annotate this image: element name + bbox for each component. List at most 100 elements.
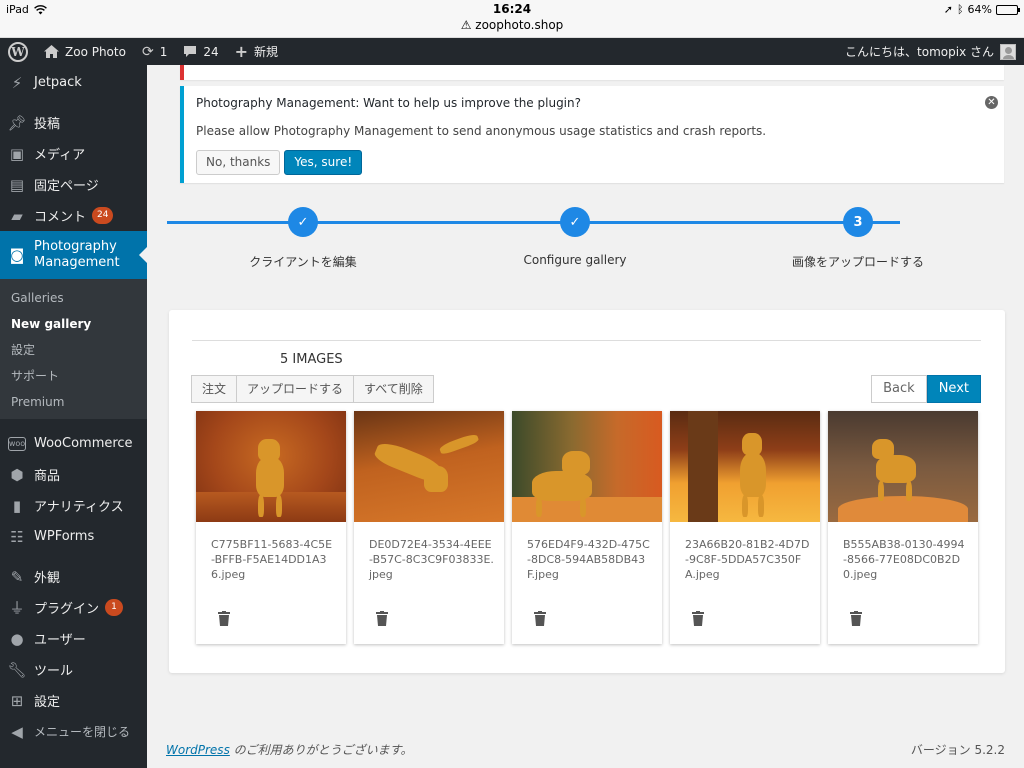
photo-cheetah-3[interactable] — [512, 411, 662, 522]
collapse-icon: ◀ — [11, 722, 23, 741]
menu-jetpack[interactable]: ⚡ Jetpack — [0, 67, 147, 98]
menu-media[interactable]: ▣ メディア — [0, 138, 147, 169]
image-filename: DE0D72E4-3534-4EEE-B57C-8C3C9F03833E.jpe… — [369, 538, 494, 581]
image-grid: C775BF11-5683-4C5E-BFFB-F5AE14DD1A36.jpe… — [196, 411, 978, 644]
menu-wpforms[interactable]: ☷ WPForms — [0, 521, 147, 552]
order-button[interactable]: 注文 — [191, 375, 238, 403]
footer-version: バージョン 5.2.2 — [910, 743, 1005, 757]
image-filename: B555AB38-0130-4994-8566-77E08DC0B2D0.jpe… — [843, 538, 965, 581]
next-button[interactable]: Next — [926, 375, 981, 403]
step-number: 3 — [843, 207, 873, 237]
submenu-settings[interactable]: 設定 — [0, 337, 147, 363]
image-card[interactable]: B555AB38-0130-4994-8566-77E08DC0B2D0.jpe… — [828, 411, 978, 644]
upload-button[interactable]: アップロードする — [236, 375, 355, 403]
delete-all-button[interactable]: すべて削除 — [353, 375, 434, 403]
menu-pages[interactable]: ▤ 固定ページ — [0, 169, 147, 200]
submenu-support[interactable]: サポート — [0, 363, 147, 389]
gallery-toolbar: 注文 アップロードする すべて削除 — [191, 375, 434, 403]
submenu-galleries[interactable]: Galleries — [0, 285, 147, 311]
image-card[interactable]: DE0D72E4-3534-4EEE-B57C-8C3C9F03833E.jpe… — [354, 411, 504, 644]
chart-icon: ▮ — [12, 496, 22, 515]
menu-collapse[interactable]: ◀ メニューを閉じる — [0, 716, 147, 747]
step-label: Configure gallery — [523, 253, 627, 267]
updates-count: 1 — [159, 44, 168, 59]
trash-icon[interactable] — [534, 611, 546, 626]
menu-label: 設定 — [34, 695, 61, 710]
plugins-badge: 1 — [105, 599, 124, 616]
photo-cheetah-1[interactable] — [196, 411, 346, 522]
clock: 16:24 — [492, 2, 532, 16]
menu-photography-management[interactable]: ◙ Photography Management — [0, 231, 147, 279]
site-name-menu[interactable]: Zoo Photo — [36, 38, 134, 65]
step-upload-images[interactable]: 3 画像をアップロードする — [758, 207, 958, 270]
menu-woocommerce[interactable]: woo WooCommerce — [0, 428, 147, 459]
divider — [192, 340, 981, 341]
menu-label: メニューを閉じる — [34, 725, 131, 739]
battery-icon — [996, 4, 1020, 15]
image-card[interactable]: 576ED4F9-432D-475C-8DC8-594AB58DB43F.jpe… — [512, 411, 662, 644]
menu-label: プラグイン — [34, 602, 100, 617]
no-thanks-button[interactable]: No, thanks — [196, 150, 281, 175]
trash-icon[interactable] — [692, 611, 704, 626]
menu-label: WooCommerce — [34, 436, 133, 451]
menu-tools[interactable]: 🔧︎ ツール — [0, 654, 147, 685]
wordpress-icon: W — [8, 41, 28, 62]
jetpack-icon: ⚡ — [11, 73, 23, 92]
usage-tracking-notice: Photography Management: Want to help us … — [180, 86, 1004, 183]
image-card[interactable]: 23A66B20-81B2-4D7D-9C8F-5DDA57C350FA.jpe… — [670, 411, 820, 644]
page-icon: ▤ — [9, 175, 25, 194]
avatar — [1000, 43, 1016, 60]
user-icon: ● — [10, 629, 24, 648]
image-filename: C775BF11-5683-4C5E-BFFB-F5AE14DD1A36.jpe… — [211, 538, 333, 581]
submenu-premium[interactable]: Premium — [0, 389, 147, 415]
new-content-menu[interactable]: + 新規 — [227, 38, 286, 65]
menu-posts[interactable]: 📌︎ 投稿 — [0, 107, 147, 138]
photo-cheetah-4[interactable] — [670, 411, 820, 522]
comments-menu[interactable]: 24 — [175, 38, 226, 65]
dismiss-icon[interactable]: ✕ — [985, 96, 998, 109]
back-button[interactable]: Back — [871, 375, 927, 403]
site-name: Zoo Photo — [65, 44, 126, 59]
menu-label: アナリティクス — [34, 500, 124, 515]
menu-comments[interactable]: ▰ コメント 24 — [0, 200, 147, 231]
menu-label: コメント — [34, 210, 87, 225]
menu-plugins[interactable]: ⏚ プラグイン 1 — [0, 592, 147, 623]
step-configure-gallery[interactable]: ✓ Configure gallery — [475, 207, 675, 267]
plugin-icon: ⏚ — [9, 599, 25, 617]
image-card[interactable]: C775BF11-5683-4C5E-BFFB-F5AE14DD1A36.jpe… — [196, 411, 346, 644]
trash-icon[interactable] — [218, 611, 230, 626]
pin-icon: 📌︎ — [7, 113, 27, 132]
updates-menu[interactable]: ⟳ 1 — [134, 38, 175, 65]
wp-logo-menu[interactable]: W — [0, 38, 36, 65]
box-icon: ⬢ — [10, 465, 24, 484]
wordpress-link[interactable]: WordPress — [166, 743, 230, 757]
trash-icon[interactable] — [850, 611, 862, 626]
menu-appearance[interactable]: ✎ 外観 — [0, 561, 147, 592]
menu-label: 外観 — [34, 571, 61, 586]
admin-sidebar: ⚡ Jetpack 📌︎ 投稿 ▣ メディア ▤ 固定ページ ▰ コメント 24… — [0, 65, 147, 768]
bluetooth-icon: ᛒ — [956, 3, 964, 16]
camera-icon: ◙ — [9, 246, 25, 264]
account-menu[interactable]: こんにちは、tomopix さん — [845, 38, 1016, 65]
menu-label: 固定ページ — [34, 179, 99, 194]
menu-products[interactable]: ⬢ 商品 — [0, 459, 147, 490]
notice-title: Photography Management: Want to help us … — [196, 96, 992, 110]
address-bar[interactable]: ⚠ zoophoto.shop — [0, 18, 1024, 32]
step-edit-client[interactable]: ✓ クライアントを編集 — [203, 207, 403, 270]
image-filename: 23A66B20-81B2-4D7D-9C8F-5DDA57C350FA.jpe… — [685, 538, 810, 581]
menu-settings[interactable]: ⊞ 設定 — [0, 685, 147, 716]
photo-cheetah-5[interactable] — [828, 411, 978, 522]
settings-icon: ⊞ — [10, 691, 24, 710]
wizard-stepper: ✓ クライアントを編集 ✓ Configure gallery 3 画像をアップ… — [167, 205, 1024, 275]
submenu-new-gallery[interactable]: New gallery — [0, 311, 147, 337]
trash-icon[interactable] — [376, 611, 388, 626]
menu-users[interactable]: ● ユーザー — [0, 623, 147, 654]
comment-bubble-icon — [184, 46, 197, 57]
gallery-card: 5 IMAGES 注文 アップロードする すべて削除 Back Next C77… — [169, 310, 1005, 673]
menu-analytics[interactable]: ▮ アナリティクス — [0, 490, 147, 521]
step-label: 画像をアップロードする — [791, 255, 924, 269]
yes-sure-button[interactable]: Yes, sure! — [284, 150, 363, 175]
photo-cheetah-2[interactable] — [354, 411, 504, 522]
check-icon: ✓ — [560, 207, 590, 237]
greeting-text: こんにちは、tomopix さん — [845, 45, 994, 59]
